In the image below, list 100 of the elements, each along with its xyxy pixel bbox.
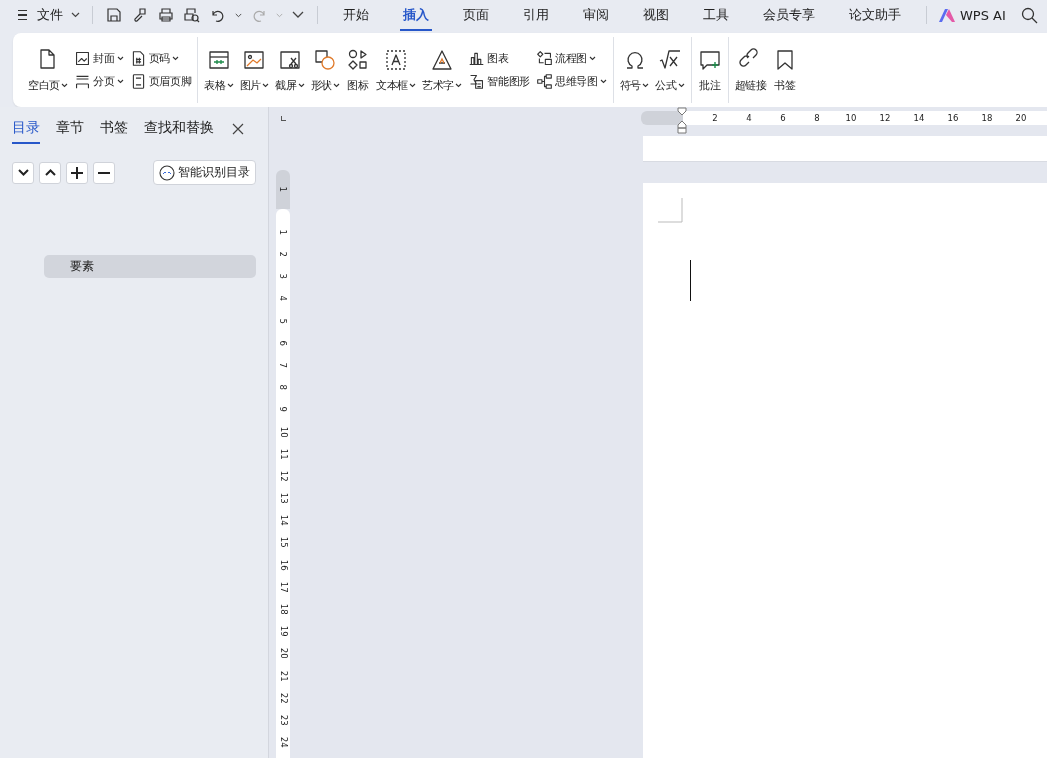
ribbon-button[interactable]: 分页 [74, 73, 124, 90]
ruler-number: 11 [278, 448, 288, 460]
ruler-margin [641, 111, 683, 125]
print-preview-icon[interactable] [184, 7, 200, 23]
ribbon-icon [74, 50, 92, 67]
remove-button[interactable] [93, 161, 115, 184]
ruler-number: 14 [912, 113, 926, 123]
ribbon-button[interactable]: 公式 [652, 43, 688, 97]
chevron-down-icon[interactable] [292, 11, 304, 19]
robot-face-icon [159, 164, 175, 181]
ruler-number: 12 [878, 113, 892, 123]
ribbon-button[interactable]: 文本框 [372, 43, 420, 97]
ruler-number: 2 [278, 251, 288, 257]
ribbon-icon [536, 73, 553, 90]
add-button[interactable] [66, 161, 88, 184]
ribbon-button[interactable]: 图标 [342, 43, 373, 97]
ruler-number: 13 [278, 492, 288, 504]
save-icon[interactable] [106, 7, 122, 23]
print-icon[interactable] [158, 7, 174, 23]
ribbon-tab[interactable]: 审阅 [580, 0, 612, 31]
menu-icon[interactable] [18, 10, 27, 20]
file-menu[interactable]: 文件 [37, 6, 63, 24]
ribbon-button[interactable]: 书签 [769, 43, 800, 97]
ribbon-tab[interactable]: 页面 [460, 0, 492, 31]
ribbon-tab[interactable]: 会员专享 [760, 0, 818, 31]
search-icon[interactable] [1020, 6, 1038, 24]
ruler-number: 20 [1014, 113, 1028, 123]
chevron-up-icon [44, 169, 56, 176]
ribbon-button[interactable]: 图表 [468, 50, 530, 67]
ribbon-tab[interactable]: 引用 [520, 0, 552, 31]
wps-ai-button[interactable]: WPS AI [960, 7, 1006, 23]
ruler-number: 22 [278, 692, 288, 704]
ribbon-tab[interactable]: 工具 [700, 0, 732, 31]
ruler-number: 4 [278, 295, 288, 302]
ruler-number: 1 [278, 229, 288, 235]
ribbon-icon [74, 73, 92, 90]
ruler-number: 8 [813, 113, 821, 123]
ruler-number: 2 [711, 113, 719, 123]
ribbon-button[interactable]: 流程图 [536, 50, 607, 67]
chevron-down-icon[interactable] [71, 12, 80, 18]
ribbon-button[interactable]: 页码 [129, 50, 192, 67]
ruler-number: 14 [278, 515, 288, 526]
ribbon-tab[interactable]: 视图 [640, 0, 672, 31]
ribbon-button[interactable]: 智能图形 [468, 73, 530, 90]
ruler-number: 20 [278, 648, 288, 660]
ruler-number: 6 [278, 340, 288, 346]
ribbon-button[interactable]: 批注 [694, 43, 725, 97]
collapse-button[interactable] [12, 161, 34, 184]
ai-logo-icon[interactable] [939, 8, 955, 22]
ruler-number: 4 [745, 113, 753, 123]
ruler-number: 21 [278, 670, 288, 682]
ruler-number: 19 [278, 626, 288, 637]
ruler-number: 1 [278, 186, 288, 193]
ribbon-icon [536, 50, 553, 67]
ruler-number: 5 [278, 318, 288, 324]
ruler-number: 16 [278, 559, 288, 571]
margin-corner-icon [658, 198, 683, 223]
ruler-number: 24 [278, 737, 288, 748]
panel-tab[interactable]: 书签 [100, 119, 128, 144]
chevron-down-icon [17, 169, 29, 176]
ribbon-icon [468, 50, 486, 67]
ribbon-tab[interactable]: 开始 [340, 0, 372, 31]
ribbon-button[interactable]: 表格 [201, 43, 237, 97]
ribbon-button[interactable]: 形状 [307, 43, 343, 97]
ribbon-icon [384, 47, 408, 72]
ruler-number: 18 [278, 603, 288, 615]
ribbon-button[interactable]: 艺术字 [419, 43, 466, 97]
ribbon-button[interactable]: 页眉页脚 [129, 73, 192, 90]
indent-marker-icon[interactable] [677, 107, 687, 135]
ruler-number: 10 [278, 426, 288, 438]
ruler-number: 3 [278, 273, 288, 280]
ribbon-icon [313, 47, 338, 72]
ribbon-button[interactable]: 空白页 [25, 43, 72, 97]
ruler-number: 17 [278, 581, 288, 593]
ribbon-button[interactable]: 截屏 [272, 43, 308, 97]
panel-tab[interactable]: 查找和替换 [144, 119, 214, 144]
ruler-number: 15 [278, 537, 288, 549]
chevron-down-icon[interactable] [235, 12, 242, 18]
ribbon-button[interactable]: 符号 [616, 43, 653, 97]
ruler-number: 18 [980, 113, 994, 123]
smart-toc-button[interactable]: 智能识别目录 [153, 160, 256, 185]
plus-icon [71, 166, 83, 179]
ribbon-tab[interactable]: 插入 [400, 0, 432, 31]
text-cursor [690, 260, 691, 301]
panel-tab[interactable]: 章节 [56, 119, 84, 144]
ribbon-button[interactable]: 封面 [74, 50, 124, 67]
ribbon-button[interactable]: 思维导图 [536, 73, 607, 90]
ribbon-button[interactable]: 超链接 [731, 43, 770, 97]
ruler-number: 7 [278, 362, 288, 368]
ruler-number: 6 [779, 113, 787, 123]
ruler-number: 12 [278, 470, 288, 482]
close-icon[interactable] [232, 123, 244, 135]
ruler-number: 8 [278, 384, 288, 391]
brush-icon[interactable] [132, 7, 148, 23]
ribbon-button[interactable]: 图片 [236, 43, 273, 97]
ribbon-tab[interactable]: 论文助手 [846, 0, 904, 31]
expand-button[interactable] [39, 161, 61, 184]
outline-item[interactable]: 要素 [44, 255, 256, 278]
panel-tab[interactable]: 目录 [12, 119, 40, 144]
ruler-number: 23 [278, 714, 288, 726]
